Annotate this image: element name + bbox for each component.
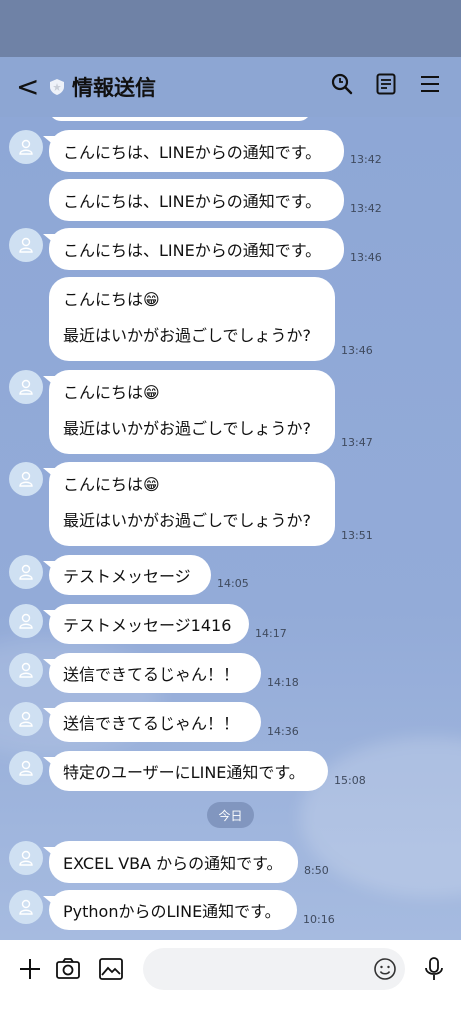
message-bubble[interactable]: 送信できてるじゃん！！: [49, 653, 261, 693]
message-time: 14:36: [267, 725, 299, 738]
avatar[interactable]: [9, 228, 43, 262]
message-text: こんにちは、LINEからの通知です。: [63, 143, 322, 162]
avatar[interactable]: [9, 702, 43, 736]
user-icon: [19, 237, 33, 253]
message-bubble[interactable]: テストメッセージ1416: [49, 604, 249, 644]
message-time: 13:46: [350, 251, 382, 264]
emoji-icon[interactable]: [373, 957, 397, 981]
message-text: テストメッセージ: [63, 567, 191, 586]
message-text: 最近はいかがお過ごしでしょうか?: [63, 326, 312, 345]
message-time: 13:46: [341, 344, 373, 357]
avatar[interactable]: [9, 751, 43, 785]
notes-icon[interactable]: [375, 73, 397, 95]
message-bubble[interactable]: こんにちは、LINEからの通知です。: [49, 228, 344, 270]
message-time: 15:08: [334, 774, 366, 787]
user-icon: [19, 711, 33, 727]
message-time: 8:50: [304, 864, 329, 877]
message-text: こんにちは、LINEからの通知です。: [63, 241, 322, 260]
message-input-bar: [0, 940, 461, 1024]
avatar[interactable]: [9, 462, 43, 496]
message-bubble[interactable]: こんにちは、LINEからの通知です。: [49, 130, 344, 172]
message-time: 10:16: [303, 913, 335, 926]
user-icon: [19, 899, 33, 915]
user-icon: [19, 139, 33, 155]
user-icon: [19, 471, 33, 487]
message-text: 最近はいかがお過ごしでしょうか?: [63, 511, 312, 530]
menu-icon[interactable]: [419, 73, 441, 95]
message-text: 特定のユーザーにLINE通知です。: [63, 763, 305, 782]
message-bubble[interactable]: 送信できてるじゃん！！: [49, 702, 261, 742]
message-text: EXCEL VBA からの通知です。: [63, 854, 283, 873]
message-text: こんにちは😁: [63, 475, 160, 494]
image-icon[interactable]: [98, 956, 124, 982]
message-bubble-partial: [49, 117, 311, 121]
message-text: 最近はいかがお過ごしでしょうか?: [63, 419, 312, 438]
camera-icon[interactable]: [55, 956, 81, 982]
message-bubble[interactable]: こんにちは😁 最近はいかがお過ごしでしょうか?: [49, 370, 335, 454]
status-bar: [0, 0, 461, 57]
message-bubble[interactable]: EXCEL VBA からの通知です。: [49, 841, 298, 883]
message-time: 14:18: [267, 676, 299, 689]
message-text: 送信できてるじゃん！！: [63, 714, 240, 733]
message-time: 13:51: [341, 529, 373, 542]
message-time: 13:42: [350, 202, 382, 215]
avatar[interactable]: [9, 555, 43, 589]
user-icon: [19, 613, 33, 629]
user-icon: [19, 760, 33, 776]
search-icon[interactable]: [331, 73, 353, 95]
message-input[interactable]: [143, 948, 405, 990]
message-text: 送信できてるじゃん！！: [63, 665, 240, 684]
message-bubble[interactable]: 特定のユーザーにLINE通知です。: [49, 751, 328, 791]
chat-title: 情報送信: [72, 76, 156, 100]
plus-icon[interactable]: [17, 956, 43, 982]
message-bubble[interactable]: PythonからのLINE通知です。: [49, 890, 297, 930]
message-time: 13:47: [341, 436, 373, 449]
message-text: テストメッセージ1416: [63, 616, 232, 635]
message-time: 13:42: [350, 153, 382, 166]
shield-icon: [50, 79, 64, 95]
avatar[interactable]: [9, 653, 43, 687]
avatar[interactable]: [9, 890, 43, 924]
message-text: こんにちは😁: [63, 383, 160, 402]
avatar[interactable]: [9, 841, 43, 875]
avatar[interactable]: [9, 130, 43, 164]
user-icon: [19, 379, 33, 395]
message-text: こんにちは😁: [63, 290, 160, 309]
chat-area[interactable]: こんにちは、LINEからの通知です。 13:42 こんにちは、LINEからの通知…: [0, 117, 461, 940]
avatar[interactable]: [9, 370, 43, 404]
user-icon: [19, 564, 33, 580]
user-icon: [19, 850, 33, 866]
message-time: 14:05: [217, 577, 249, 590]
message-text: PythonからのLINE通知です。: [63, 902, 281, 921]
back-icon[interactable]: <: [16, 73, 50, 101]
chat-header: < 情報送信: [0, 57, 461, 117]
mic-icon[interactable]: [421, 956, 447, 982]
message-bubble[interactable]: こんにちは、LINEからの通知です。: [49, 179, 344, 221]
message-bubble[interactable]: テストメッセージ: [49, 555, 211, 595]
message-bubble[interactable]: こんにちは😁 最近はいかがお過ごしでしょうか?: [49, 462, 335, 546]
message-bubble[interactable]: こんにちは😁 最近はいかがお過ごしでしょうか?: [49, 277, 335, 361]
message-text: こんにちは、LINEからの通知です。: [63, 192, 322, 211]
avatar[interactable]: [9, 604, 43, 638]
user-icon: [19, 662, 33, 678]
date-separator: 今日: [207, 802, 254, 828]
message-time: 14:17: [255, 627, 287, 640]
